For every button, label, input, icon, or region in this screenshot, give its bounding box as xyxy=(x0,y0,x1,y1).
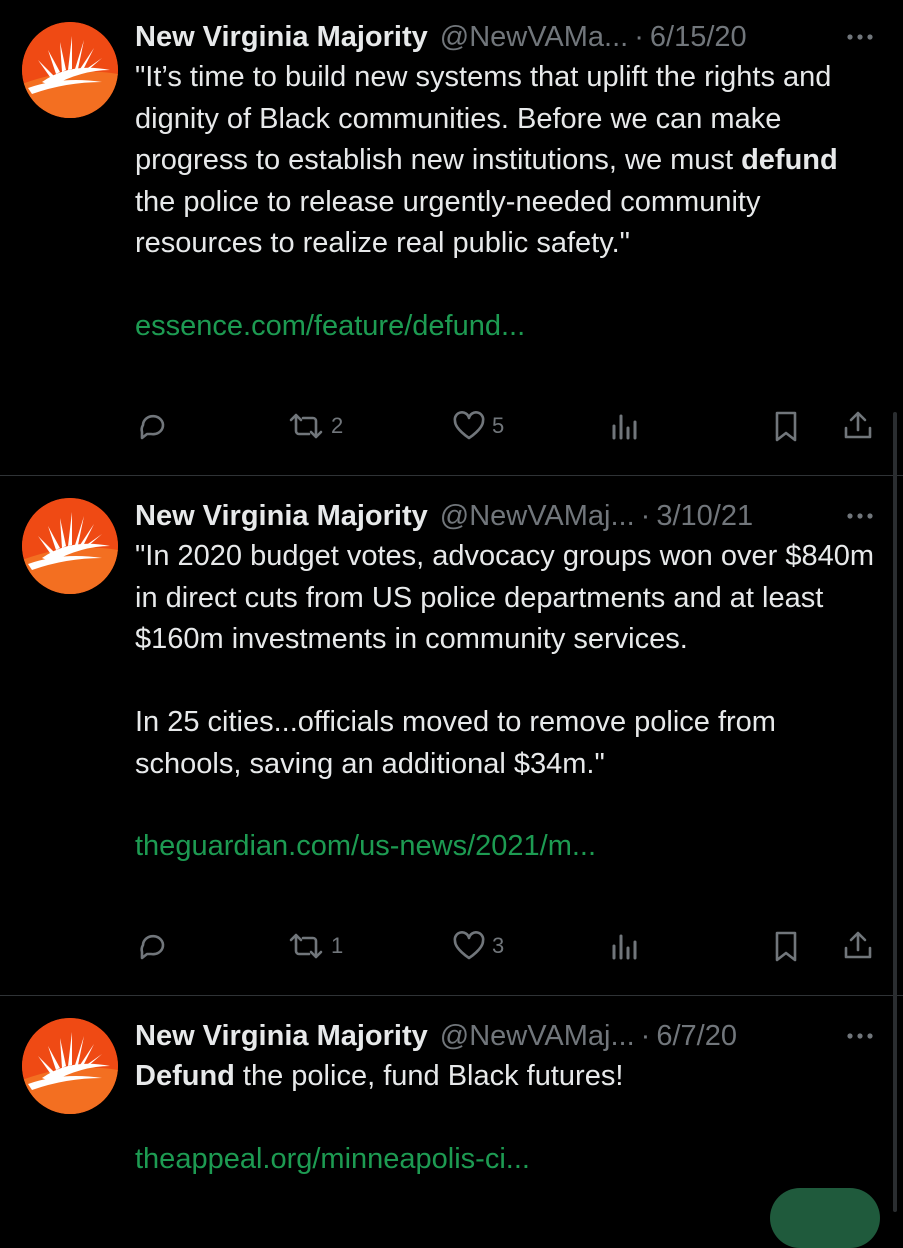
more-icon[interactable] xyxy=(844,17,880,57)
separator: · xyxy=(640,499,651,532)
tweet-header: New Virginia Majority @NewVAMa... · 6/15… xyxy=(135,17,880,57)
divider xyxy=(0,995,903,996)
analytics-icon xyxy=(612,414,637,440)
tweet-link[interactable]: theappeal.org/minneapolis-ci... xyxy=(135,1139,880,1181)
bookmark-icon xyxy=(775,411,797,442)
share-icon xyxy=(844,931,872,959)
like-button[interactable]: 5 xyxy=(450,406,504,446)
tweet-text: "In 2020 budget votes, advocacy groups w… xyxy=(135,540,874,780)
author-name[interactable]: New Virginia Majority xyxy=(135,21,428,54)
retweet-icon xyxy=(289,933,323,959)
more-icon[interactable] xyxy=(844,1016,880,1056)
divider xyxy=(0,475,903,476)
like-button[interactable]: 3 xyxy=(450,926,504,966)
like-count: 3 xyxy=(492,933,505,958)
bookmark-icon xyxy=(775,931,797,962)
reply-button[interactable] xyxy=(135,406,171,446)
more-icon[interactable] xyxy=(844,496,880,536)
scrollbar[interactable] xyxy=(893,412,897,1212)
action-bar: 2 5 xyxy=(135,406,880,446)
tweet-text: Defund the police, fund Black futures! xyxy=(135,1060,624,1092)
avatar[interactable] xyxy=(22,22,118,118)
separator: · xyxy=(634,20,644,53)
share-button[interactable] xyxy=(841,926,875,966)
tweet-link[interactable]: essence.com/feature/defund... xyxy=(135,306,880,348)
views-button[interactable] xyxy=(609,406,643,446)
bookmark-button[interactable] xyxy=(769,406,803,446)
bold-word: defund xyxy=(741,144,838,176)
tweet-link[interactable]: theguardian.com/us-news/2021/m... xyxy=(135,826,880,868)
retweet-icon xyxy=(289,413,323,439)
author-name[interactable]: New Virginia Majority xyxy=(135,1020,428,1053)
tweet-date[interactable]: 6/7/20 xyxy=(656,1020,737,1053)
retweet-count: 1 xyxy=(331,933,344,958)
retweet-button[interactable]: 1 xyxy=(285,926,343,966)
avatar[interactable] xyxy=(22,498,118,594)
reply-icon xyxy=(140,934,165,960)
author-handle[interactable]: @NewVAMa... xyxy=(440,21,628,54)
reply-button[interactable] xyxy=(135,926,171,966)
sunrise-logo-icon xyxy=(22,1018,118,1114)
author-handle[interactable]: @NewVAMaj... xyxy=(440,1020,635,1053)
bookmark-button[interactable] xyxy=(769,926,803,966)
retweet-button[interactable]: 2 xyxy=(285,406,343,446)
heart-icon xyxy=(453,931,485,960)
tweet-date[interactable]: 3/10/21 xyxy=(656,500,753,533)
heart-icon xyxy=(453,411,485,440)
sunrise-logo-icon xyxy=(22,498,118,594)
action-bar: 1 3 xyxy=(135,926,880,966)
tweet-header: New Virginia Majority @NewVAMaj... · 3/1… xyxy=(135,496,880,536)
retweet-count: 2 xyxy=(331,413,344,438)
compose-button[interactable] xyxy=(770,1188,880,1248)
author-name[interactable]: New Virginia Majority xyxy=(135,500,428,533)
separator: · xyxy=(640,1019,651,1052)
share-button[interactable] xyxy=(841,406,875,446)
views-button[interactable] xyxy=(609,926,643,966)
avatar[interactable] xyxy=(22,1018,118,1114)
analytics-icon xyxy=(612,934,637,960)
share-icon xyxy=(844,411,872,439)
reply-icon xyxy=(140,414,165,440)
tweet-text: "It’s time to build new systems that upl… xyxy=(135,61,846,259)
sunrise-logo-icon xyxy=(22,22,118,118)
tweet-date[interactable]: 6/15/20 xyxy=(650,21,747,54)
bold-word: Defund xyxy=(135,1060,235,1092)
like-count: 5 xyxy=(492,413,505,438)
author-handle[interactable]: @NewVAMaj... xyxy=(440,500,635,533)
tweet-header: New Virginia Majority @NewVAMaj... · 6/7… xyxy=(135,1016,880,1056)
